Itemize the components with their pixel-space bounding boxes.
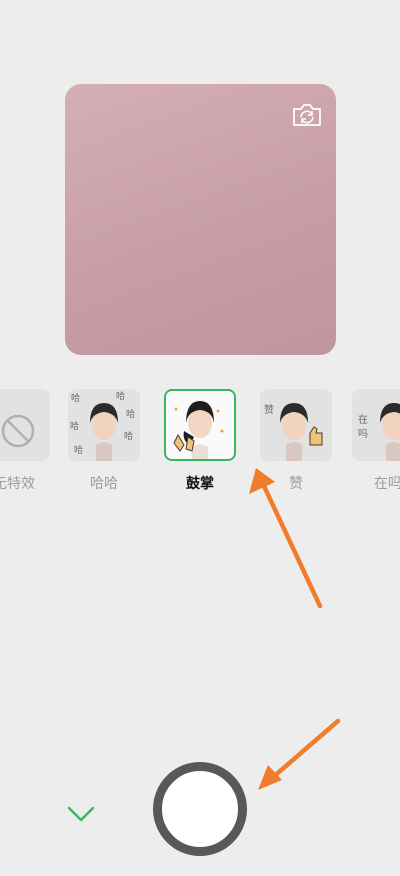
effect-thumbs-up[interactable]: 赞 赞 [256, 385, 336, 493]
effect-haha[interactable]: 哈哈 哈哈 哈哈 哈哈 [64, 385, 144, 493]
svg-text:哈: 哈 [124, 430, 133, 442]
chevron-down-icon[interactable] [64, 800, 98, 826]
effect-label: 无特效 [0, 476, 35, 492]
svg-text:哈: 哈 [116, 390, 125, 402]
effect-label: 赞 [289, 476, 303, 492]
haha-sticker: 哈哈 哈哈 哈哈 [70, 390, 135, 461]
effect-clap-thumb [164, 389, 236, 461]
effect-thumbs-up-thumb: 赞 [260, 389, 332, 461]
camera-switch-icon[interactable] [291, 102, 323, 128]
effect-are-you-there-thumb: 在 吗 [352, 389, 400, 461]
are-you-there-sticker: 在 吗 [358, 403, 400, 461]
svg-text:在: 在 [358, 414, 368, 426]
effect-are-you-there[interactable]: 在 吗 在吗 [348, 385, 400, 493]
none-icon [1, 414, 35, 448]
effect-label: 哈哈 [90, 476, 118, 492]
clap-sticker [173, 401, 224, 459]
effect-haha-thumb: 哈哈 哈哈 哈哈 [68, 389, 140, 461]
effect-none-thumb [0, 389, 50, 461]
svg-text:哈: 哈 [71, 392, 80, 404]
svg-text:赞: 赞 [264, 403, 274, 416]
svg-text:哈: 哈 [70, 420, 79, 432]
effects-strip: 无特效 哈哈 哈哈 哈哈 哈哈 [0, 385, 400, 500]
effect-none[interactable]: 无特效 [0, 385, 54, 493]
effect-clap[interactable]: 鼓掌 [160, 385, 240, 493]
svg-text:哈: 哈 [74, 444, 83, 456]
thumbs-up-sticker: 赞 [264, 403, 323, 461]
camera-preview [65, 84, 336, 355]
effect-label: 鼓掌 [186, 476, 214, 492]
svg-text:哈: 哈 [126, 408, 135, 420]
svg-text:吗: 吗 [358, 428, 368, 440]
effect-label: 在吗 [374, 476, 400, 492]
shutter-button[interactable] [153, 762, 247, 856]
